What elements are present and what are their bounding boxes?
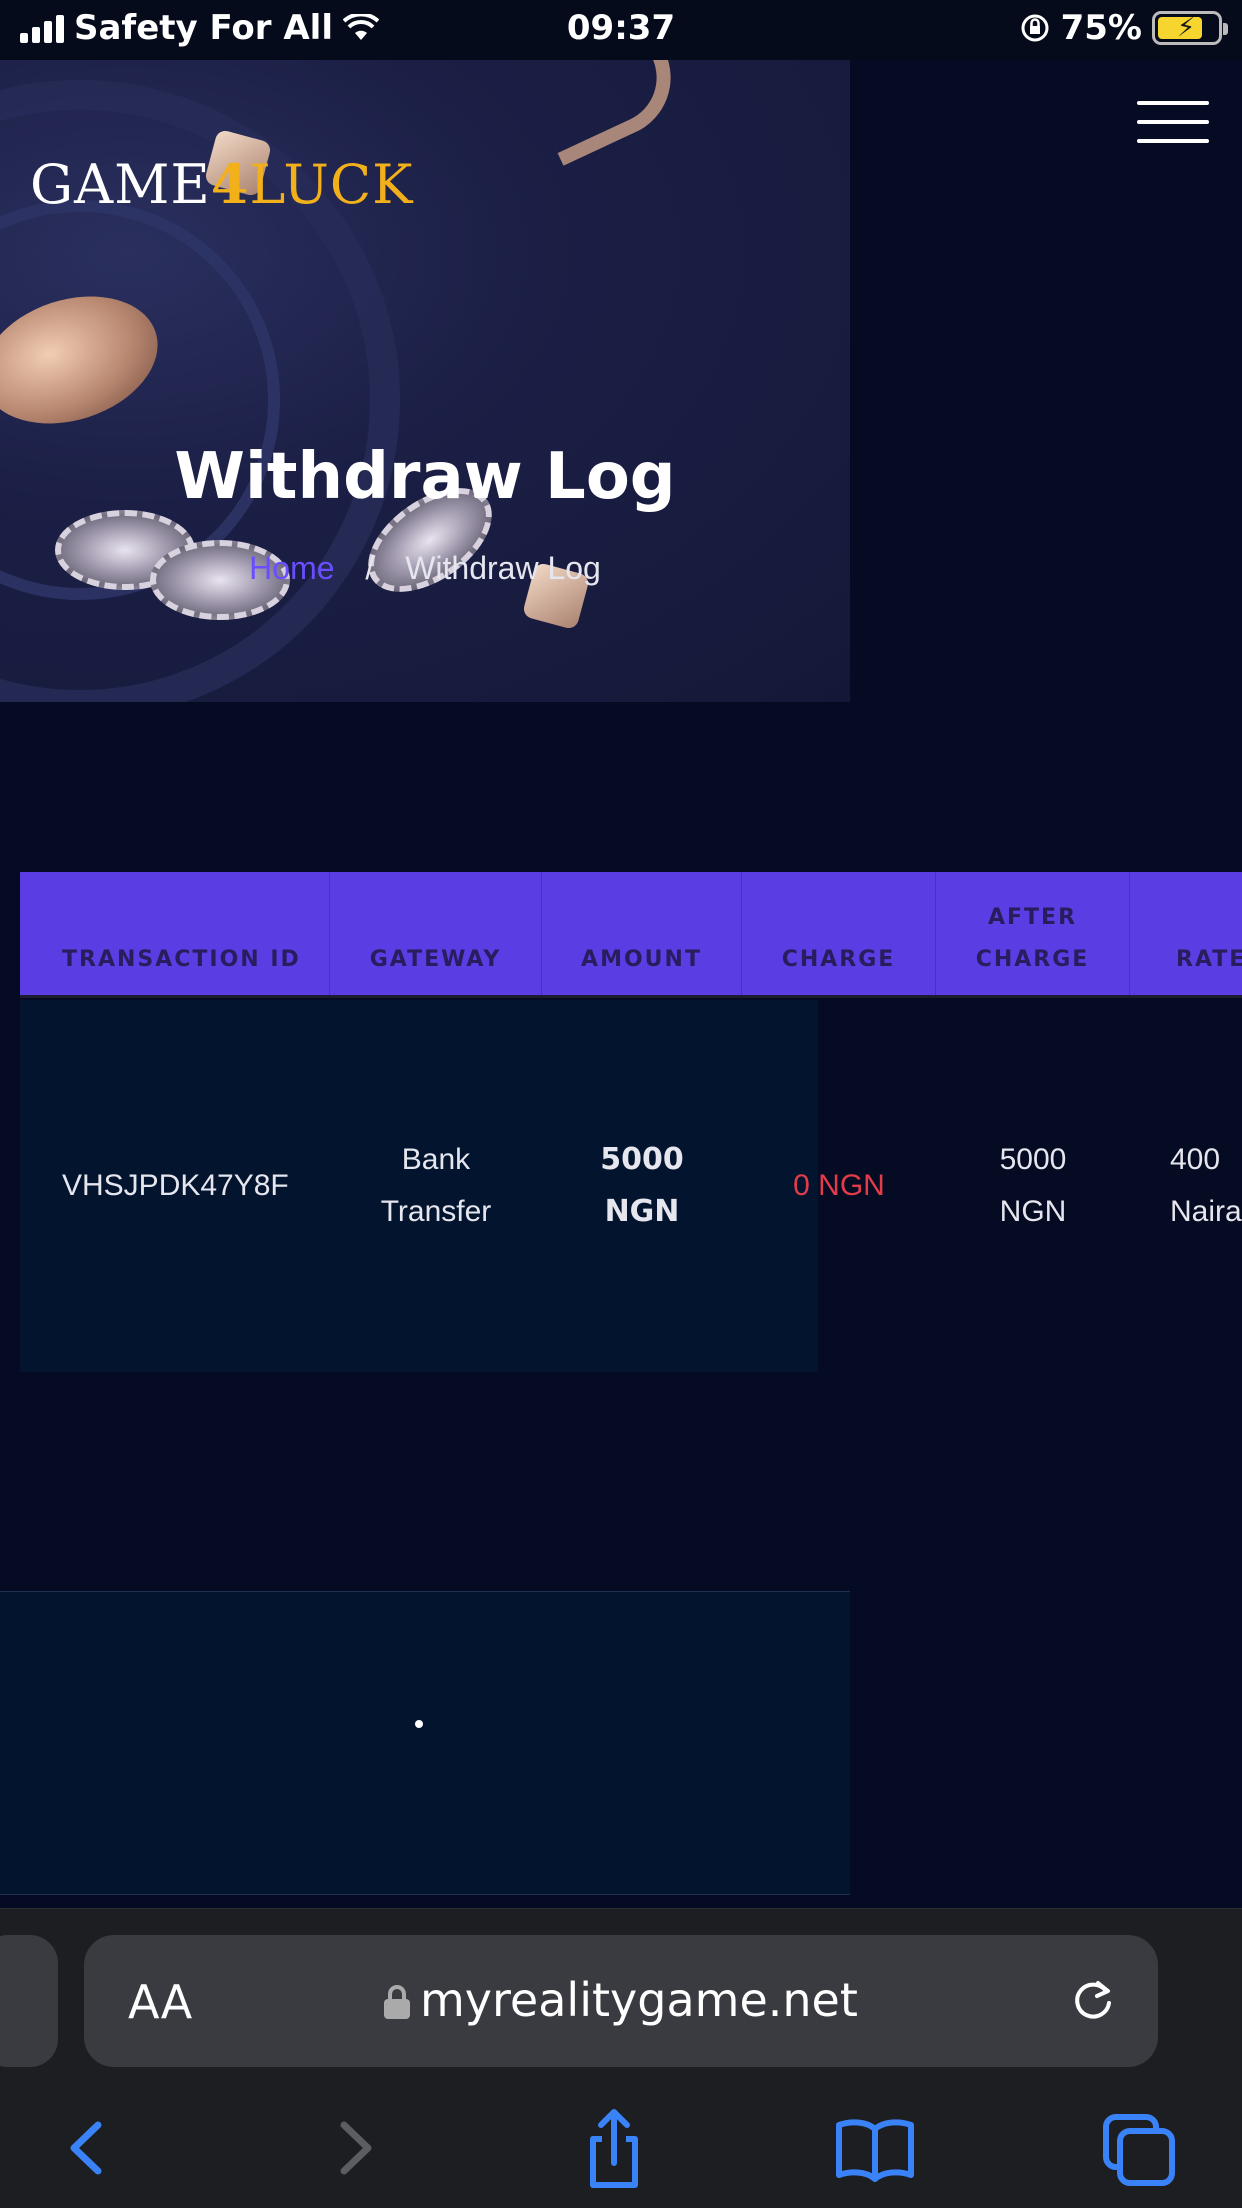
- breadcrumb: Home / Withdraw Log: [0, 550, 850, 587]
- column-header-rate: RATE: [1176, 947, 1242, 972]
- cell-gateway: Bank Transfer: [380, 1143, 492, 1228]
- tabs-button[interactable]: [1094, 2103, 1184, 2193]
- status-bar: Safety For All 09:37 75% ⚡: [0, 0, 1242, 60]
- cell-rate: 400 Naira: [1170, 1143, 1242, 1228]
- battery-percent: 75%: [1060, 8, 1142, 48]
- share-button[interactable]: [569, 2103, 659, 2193]
- logo-suffix: LUCK: [249, 153, 414, 216]
- reload-icon[interactable]: [1068, 1975, 1118, 2025]
- back-button[interactable]: [42, 2103, 132, 2193]
- breadcrumb-current: Withdraw Log: [405, 550, 601, 586]
- cell-transaction-id: VHSJPDK47Y8F: [62, 1169, 289, 1202]
- text-size-button[interactable]: AA: [128, 1975, 192, 2029]
- forward-button[interactable]: [310, 2103, 400, 2193]
- charging-bolt-icon: ⚡: [1177, 13, 1196, 43]
- address-bar[interactable]: AA myrealitygame.net: [84, 1935, 1158, 2067]
- cell-amount: 5000 NGN: [600, 1142, 684, 1229]
- chevron-right-icon: [340, 2121, 372, 2175]
- table-row: VHSJPDK47Y8F Bank Transfer 5000 NGN 0 NG…: [20, 1000, 1242, 1372]
- chevron-left-icon: [70, 2121, 102, 2175]
- bookmarks-button[interactable]: [830, 2103, 920, 2193]
- lock-icon: [384, 1985, 410, 2019]
- previous-tab-peek[interactable]: [0, 1935, 58, 2067]
- orientation-lock-icon: [1021, 14, 1049, 42]
- page-title: Withdraw Log: [174, 440, 676, 514]
- status-right: 75% ⚡: [1019, 8, 1228, 48]
- logo-number: 4: [210, 152, 250, 216]
- hamburger-menu-icon[interactable]: [1137, 101, 1209, 143]
- column-header-gateway: GATEWAY: [330, 872, 542, 995]
- logo-prefix: GAME: [30, 153, 211, 216]
- url-text[interactable]: myrealitygame.net: [420, 1973, 858, 2027]
- table-header: TRANSACTION ID GATEWAY AMOUNT CHARGE AFT…: [20, 872, 1242, 998]
- tabs-icon: [1103, 2114, 1175, 2186]
- footer-panel: [0, 1591, 850, 1895]
- battery-icon: ⚡: [1152, 11, 1228, 45]
- site-logo[interactable]: GAME4LUCK: [30, 152, 414, 216]
- cell-after-charge: 5000 NGN: [999, 1143, 1067, 1228]
- breadcrumb-home-link[interactable]: Home: [249, 550, 334, 586]
- hero-banner: GAME4LUCK Withdraw Log Home / Withdraw L…: [0, 60, 850, 702]
- book-icon: [836, 2119, 914, 2182]
- cell-charge: 0 NGN: [793, 1169, 885, 1202]
- dot-indicator: [415, 1720, 423, 1728]
- column-header-amount: AMOUNT: [542, 872, 742, 995]
- share-icon: [590, 2109, 638, 2188]
- browser-nav-row: [0, 2103, 1242, 2203]
- column-header-transaction-id: TRANSACTION ID: [20, 872, 330, 995]
- column-header-charge: CHARGE: [742, 872, 936, 995]
- column-header-after-charge: AFTER CHARGE: [936, 872, 1130, 995]
- ribbon-decoration: [529, 60, 691, 166]
- safari-toolbar: AA myrealitygame.net: [0, 1908, 1242, 2208]
- breadcrumb-separator: /: [365, 550, 375, 586]
